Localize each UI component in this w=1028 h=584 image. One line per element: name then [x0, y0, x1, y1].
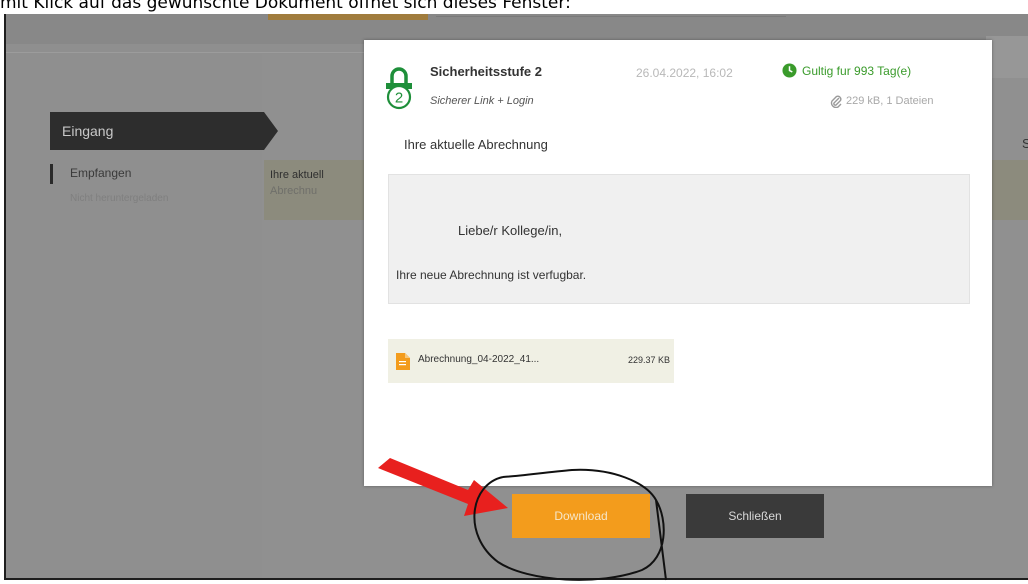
sidebar-tab-inbox[interactable]: Eingang	[50, 112, 278, 150]
message-list-item-subtitle: Abrechnu	[270, 185, 318, 197]
background-right-label: S	[1022, 136, 1028, 151]
security-level-number: 2	[395, 90, 403, 107]
attachment-summary: 229 kB, 1 Dateien	[830, 94, 933, 108]
validity-status: Gultig fur 993 Tag(e)	[782, 63, 911, 78]
size-info-text: 229 kB, 1 Dateien	[846, 95, 934, 107]
paperclip-icon	[830, 95, 842, 108]
attachment-name[interactable]: Abrechnung_04-2022_41...	[418, 354, 539, 365]
background-top-line	[436, 16, 786, 17]
message-list-item[interactable]: Ihre aktuell Abrechnu	[264, 160, 368, 220]
message-detail-dialog: 2 Sicherheitsstufe 2 Sicherer Link + Log…	[364, 40, 992, 486]
message-body-text: Ihre neue Abrechnung ist verfugbar.	[396, 268, 587, 282]
message-subject: Ihre aktuelle Abrechnung	[404, 137, 548, 152]
close-button[interactable]: Schließen	[686, 494, 824, 538]
background-top-right-button[interactable]	[986, 36, 1028, 78]
security-level-title: Sicherheitsstufe 2	[430, 64, 542, 79]
background-right-strip	[990, 160, 1028, 220]
clock-icon	[782, 63, 797, 78]
background-top-accent	[268, 14, 428, 20]
security-level-subtitle: Sicherer Link + Login	[430, 95, 534, 107]
sidebar-item-received[interactable]: Empfangen	[70, 166, 131, 180]
lock-icon: 2	[386, 67, 412, 110]
instruction-caption: mit Klick auf das gewünschte Dokument öf…	[0, 0, 571, 13]
file-icon	[396, 353, 410, 370]
app-window: Eingang Empfangen Nicht heruntergeladen …	[4, 14, 1028, 580]
validity-text: Gultig fur 993 Tag(e)	[802, 63, 912, 78]
message-greeting: Liebe/r Kollege/in,	[458, 223, 563, 238]
message-date: 26.04.2022, 16:02	[636, 66, 733, 80]
sidebar-item-not-downloaded[interactable]: Nicht heruntergeladen	[70, 193, 168, 204]
message-body: Liebe/r Kollege/in, Ihre neue Abrechnung…	[388, 174, 970, 304]
attachment-size: 229.37 KB	[628, 355, 671, 365]
message-list-item-title: Ihre aktuell	[270, 169, 324, 181]
download-button[interactable]: Download	[512, 494, 650, 538]
attachment-item[interactable]: Abrechnung_04-2022_41... 229.37 KB	[388, 339, 674, 383]
sidebar-active-indicator	[50, 164, 53, 184]
